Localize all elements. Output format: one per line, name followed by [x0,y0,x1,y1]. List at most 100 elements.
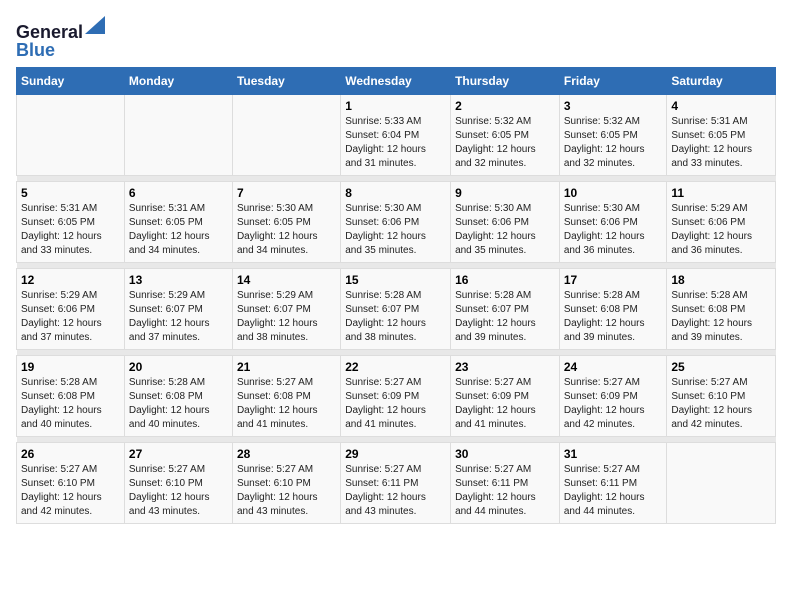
day-number: 29 [345,447,446,461]
day-number: 1 [345,99,446,113]
logo-blue-text: Blue [16,41,105,59]
logo-block: General Blue [16,16,105,59]
calendar-day-cell: 16 Sunrise: 5:28 AM Sunset: 6:07 PM Dayli… [451,269,560,350]
day-info: Sunrise: 5:27 AM Sunset: 6:10 PM Dayligh… [129,463,228,519]
day-number: 23 [455,360,555,374]
day-number: 27 [129,447,228,461]
calendar-day-cell: 31 Sunrise: 5:27 AM Sunset: 6:11 PM Dayli… [559,443,667,524]
weekday-header: Wednesday [341,68,451,95]
day-number: 25 [671,360,771,374]
calendar-day-cell: 9 Sunrise: 5:30 AM Sunset: 6:06 PM Daylig… [451,182,560,263]
calendar-week-row: 5 Sunrise: 5:31 AM Sunset: 6:05 PM Daylig… [17,182,776,263]
day-number: 10 [564,186,663,200]
weekday-header: Thursday [451,68,560,95]
day-number: 31 [564,447,663,461]
day-info: Sunrise: 5:28 AM Sunset: 6:08 PM Dayligh… [671,289,771,345]
day-info: Sunrise: 5:32 AM Sunset: 6:05 PM Dayligh… [564,115,663,171]
day-number: 9 [455,186,555,200]
day-info: Sunrise: 5:27 AM Sunset: 6:10 PM Dayligh… [21,463,120,519]
day-info: Sunrise: 5:27 AM Sunset: 6:11 PM Dayligh… [564,463,663,519]
day-number: 22 [345,360,446,374]
calendar-day-cell: 3 Sunrise: 5:32 AM Sunset: 6:05 PM Daylig… [559,95,667,176]
day-info: Sunrise: 5:30 AM Sunset: 6:06 PM Dayligh… [455,202,555,258]
day-info: Sunrise: 5:27 AM Sunset: 6:08 PM Dayligh… [237,376,336,432]
weekday-header: Saturday [667,68,776,95]
day-number: 17 [564,273,663,287]
day-info: Sunrise: 5:29 AM Sunset: 6:06 PM Dayligh… [21,289,120,345]
day-number: 19 [21,360,120,374]
calendar-week-row: 26 Sunrise: 5:27 AM Sunset: 6:10 PM Dayli… [17,443,776,524]
calendar-day-cell: 10 Sunrise: 5:30 AM Sunset: 6:06 PM Dayli… [559,182,667,263]
day-number: 15 [345,273,446,287]
calendar-week-row: 19 Sunrise: 5:28 AM Sunset: 6:08 PM Dayli… [17,356,776,437]
day-number: 14 [237,273,336,287]
weekday-header: Friday [559,68,667,95]
calendar-week-row: 12Sunrise: 5:29 AM Sunset: 6:06 PM Dayli… [17,269,776,350]
weekday-header: Tuesday [232,68,340,95]
page-header: General Blue [16,16,776,59]
day-number: 30 [455,447,555,461]
calendar-day-cell: 11 Sunrise: 5:29 AM Sunset: 6:06 PM Dayli… [667,182,776,263]
day-info: Sunrise: 5:30 AM Sunset: 6:06 PM Dayligh… [564,202,663,258]
calendar-day-cell [17,95,125,176]
logo-text: General [16,23,83,41]
logo: General Blue [16,16,105,59]
day-number: 24 [564,360,663,374]
day-info: Sunrise: 5:31 AM Sunset: 6:05 PM Dayligh… [21,202,120,258]
calendar-day-cell: 26 Sunrise: 5:27 AM Sunset: 6:10 PM Dayli… [17,443,125,524]
day-info: Sunrise: 5:27 AM Sunset: 6:10 PM Dayligh… [671,376,771,432]
day-number: 2 [455,99,555,113]
day-number: 28 [237,447,336,461]
day-number: 11 [671,186,771,200]
calendar-day-cell [124,95,232,176]
day-number: 7 [237,186,336,200]
calendar-day-cell [232,95,340,176]
calendar-day-cell: 23 Sunrise: 5:27 AM Sunset: 6:09 PM Dayli… [451,356,560,437]
calendar-week-row: 1 Sunrise: 5:33 AM Sunset: 6:04 PM Daylig… [17,95,776,176]
day-info: Sunrise: 5:27 AM Sunset: 6:09 PM Dayligh… [345,376,446,432]
calendar-day-cell: 8Sunrise: 5:30 AM Sunset: 6:06 PM Daylig… [341,182,451,263]
weekday-header: Sunday [17,68,125,95]
day-number: 5 [21,186,120,200]
weekday-header-row: SundayMondayTuesdayWednesdayThursdayFrid… [17,68,776,95]
day-info: Sunrise: 5:27 AM Sunset: 6:11 PM Dayligh… [345,463,446,519]
day-number: 21 [237,360,336,374]
calendar-day-cell: 25 Sunrise: 5:27 AM Sunset: 6:10 PM Dayli… [667,356,776,437]
calendar-day-cell: 21 Sunrise: 5:27 AM Sunset: 6:08 PM Dayli… [232,356,340,437]
day-info: Sunrise: 5:27 AM Sunset: 6:09 PM Dayligh… [455,376,555,432]
calendar-day-cell: 27 Sunrise: 5:27 AM Sunset: 6:10 PM Dayli… [124,443,232,524]
day-info: Sunrise: 5:27 AM Sunset: 6:10 PM Dayligh… [237,463,336,519]
day-number: 18 [671,273,771,287]
calendar-day-cell: 12Sunrise: 5:29 AM Sunset: 6:06 PM Dayli… [17,269,125,350]
calendar-day-cell: 22 Sunrise: 5:27 AM Sunset: 6:09 PM Dayli… [341,356,451,437]
calendar-day-cell: 17 Sunrise: 5:28 AM Sunset: 6:08 PM Dayli… [559,269,667,350]
day-info: Sunrise: 5:28 AM Sunset: 6:08 PM Dayligh… [129,376,228,432]
day-info: Sunrise: 5:29 AM Sunset: 6:06 PM Dayligh… [671,202,771,258]
day-info: Sunrise: 5:27 AM Sunset: 6:09 PM Dayligh… [564,376,663,432]
day-info: Sunrise: 5:30 AM Sunset: 6:05 PM Dayligh… [237,202,336,258]
day-info: Sunrise: 5:28 AM Sunset: 6:08 PM Dayligh… [21,376,120,432]
day-number: 26 [21,447,120,461]
calendar-day-cell: 20Sunrise: 5:28 AM Sunset: 6:08 PM Dayli… [124,356,232,437]
calendar-day-cell: 6Sunrise: 5:31 AM Sunset: 6:05 PM Daylig… [124,182,232,263]
calendar-day-cell [667,443,776,524]
calendar-day-cell: 13Sunrise: 5:29 AM Sunset: 6:07 PM Dayli… [124,269,232,350]
day-info: Sunrise: 5:28 AM Sunset: 6:08 PM Dayligh… [564,289,663,345]
calendar-day-cell: 14 Sunrise: 5:29 AM Sunset: 6:07 PM Dayli… [232,269,340,350]
calendar-day-cell: 15Sunrise: 5:28 AM Sunset: 6:07 PM Dayli… [341,269,451,350]
calendar-day-cell: 29 Sunrise: 5:27 AM Sunset: 6:11 PM Dayli… [341,443,451,524]
day-number: 8 [345,186,446,200]
calendar-day-cell: 1 Sunrise: 5:33 AM Sunset: 6:04 PM Daylig… [341,95,451,176]
day-info: Sunrise: 5:29 AM Sunset: 6:07 PM Dayligh… [129,289,228,345]
day-info: Sunrise: 5:33 AM Sunset: 6:04 PM Dayligh… [345,115,446,171]
calendar-day-cell: 24 Sunrise: 5:27 AM Sunset: 6:09 PM Dayli… [559,356,667,437]
day-info: Sunrise: 5:32 AM Sunset: 6:05 PM Dayligh… [455,115,555,171]
day-info: Sunrise: 5:28 AM Sunset: 6:07 PM Dayligh… [455,289,555,345]
calendar-day-cell: 7 Sunrise: 5:30 AM Sunset: 6:05 PM Daylig… [232,182,340,263]
day-info: Sunrise: 5:29 AM Sunset: 6:07 PM Dayligh… [237,289,336,345]
day-number: 3 [564,99,663,113]
calendar-day-cell: 19 Sunrise: 5:28 AM Sunset: 6:08 PM Dayli… [17,356,125,437]
calendar-day-cell: 2 Sunrise: 5:32 AM Sunset: 6:05 PM Daylig… [451,95,560,176]
day-info: Sunrise: 5:31 AM Sunset: 6:05 PM Dayligh… [129,202,228,258]
day-number: 16 [455,273,555,287]
